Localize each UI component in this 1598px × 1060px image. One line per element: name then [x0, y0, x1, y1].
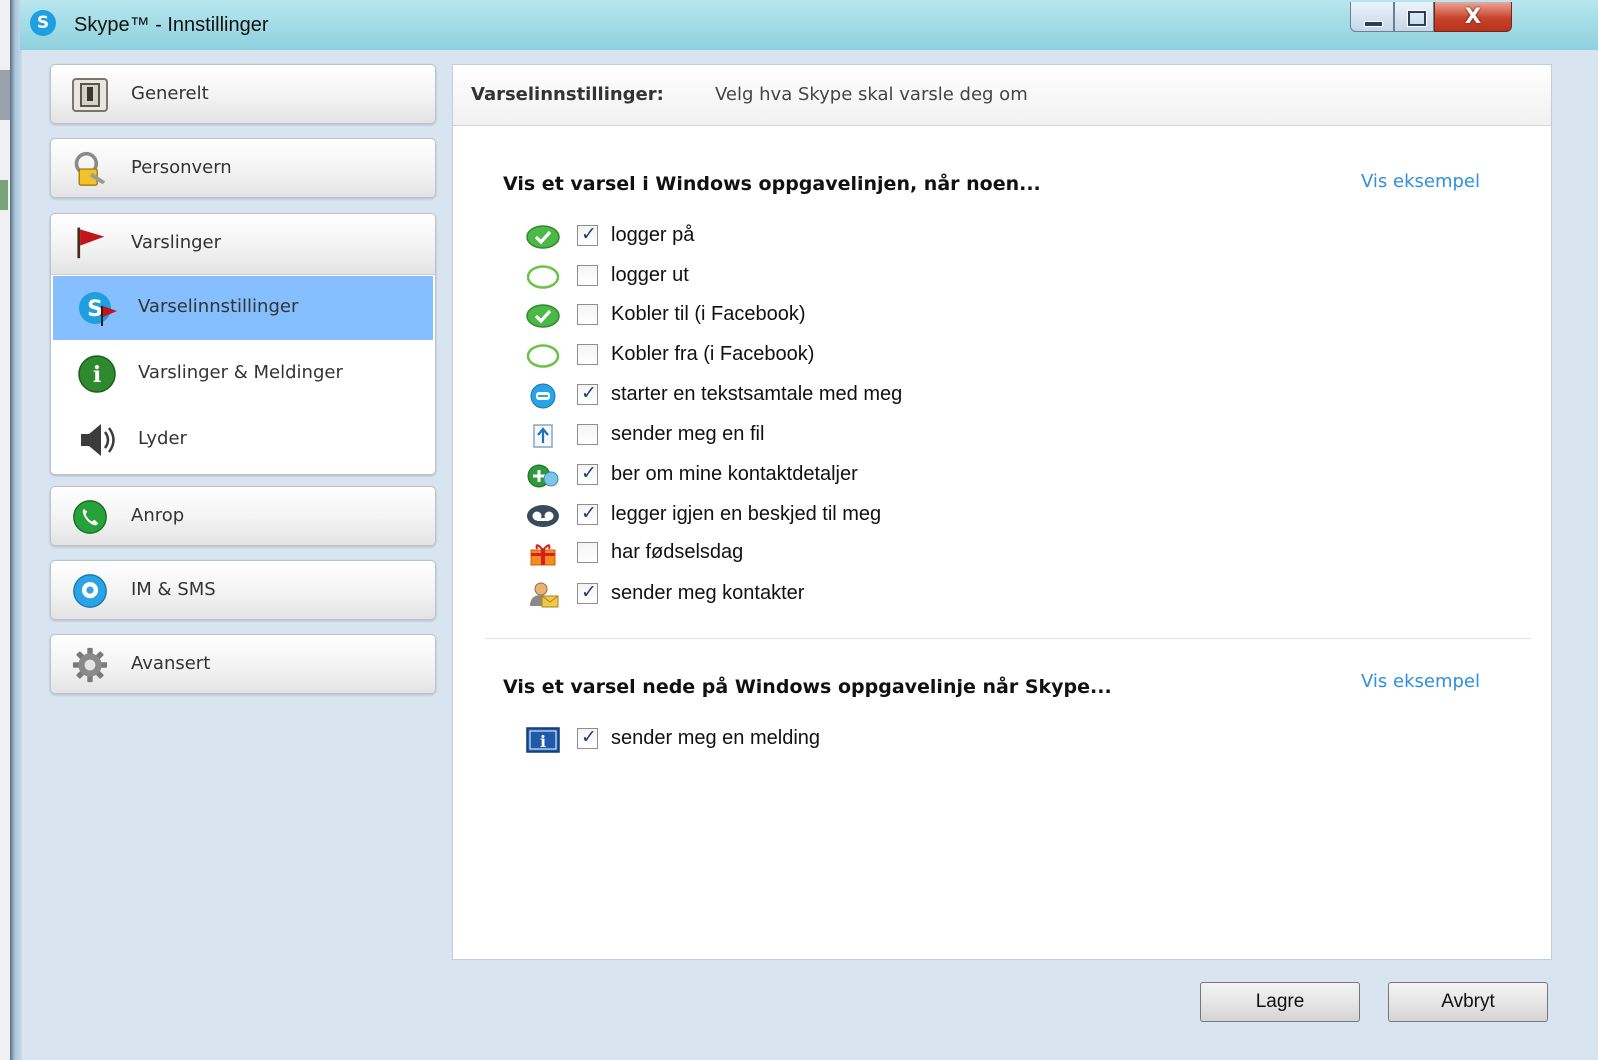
info-icon: i: [78, 355, 116, 393]
show-example-link[interactable]: Vis eksempel: [1361, 171, 1480, 192]
window-title: Skype™ - Innstillinger: [74, 14, 269, 36]
nav-item-generelt[interactable]: Generelt: [50, 64, 436, 124]
voicemail-icon: [527, 505, 559, 527]
chat-icon: [530, 383, 556, 409]
gear-icon: [72, 647, 108, 683]
option-label: ber om mine kontaktdetaljer: [611, 463, 858, 485]
switch-icon: [72, 78, 108, 112]
nav-item-im-sms[interactable]: IM & SMS: [50, 560, 436, 620]
nav-label: Generelt: [131, 83, 209, 104]
option-connects-facebook[interactable]: Kobler til (i Facebook): [525, 300, 1125, 332]
close-icon: X: [1464, 4, 1482, 28]
offline-status-icon: [526, 265, 560, 289]
skype-flag-icon: S: [79, 292, 117, 326]
section-title-taskbar-alert: Vis et varsel i Windows oppgavelinjen, n…: [503, 173, 1041, 195]
nav-item-varslinger[interactable]: Varslinger: [51, 214, 435, 275]
settings-panel: Varselinnstillinger: Velg hva Skype skal…: [452, 64, 1552, 960]
red-flag-icon: [77, 227, 105, 259]
checkbox-checked[interactable]: [577, 581, 598, 604]
section-divider: [485, 638, 1531, 639]
nav-label: Personvern: [131, 157, 232, 178]
cancel-button[interactable]: Avbryt: [1388, 982, 1548, 1022]
option-logged-out[interactable]: logger ut: [525, 261, 1125, 293]
minimize-button[interactable]: [1350, 2, 1394, 32]
title-bar[interactable]: S Skype™ - Innstillinger X: [20, 0, 1598, 50]
online-status-icon: [526, 225, 560, 249]
nav-group-varslinger: Varslinger S Varselinnstillinger i Varsl…: [50, 213, 436, 475]
option-sends-file[interactable]: sender meg en fil: [525, 420, 1125, 452]
checkbox-unchecked[interactable]: [577, 424, 598, 445]
sub-item-label: Varselinnstillinger: [138, 296, 299, 317]
file-upload-icon: [533, 424, 553, 448]
nav-label: Anrop: [131, 505, 185, 526]
option-disconnects-facebook[interactable]: Kobler fra (i Facebook): [525, 340, 1125, 372]
online-status-icon: [526, 304, 560, 328]
option-label: Kobler fra (i Facebook): [611, 343, 815, 365]
show-example-link[interactable]: Vis eksempel: [1361, 671, 1480, 692]
checkbox-unchecked[interactable]: [577, 304, 598, 325]
checkbox-unchecked[interactable]: [577, 265, 598, 286]
settings-dialog: Generelt Personvern Varslinger S Varseli…: [22, 50, 1598, 1060]
option-logged-on[interactable]: logger på: [525, 221, 1125, 253]
info-square-icon: i: [526, 727, 560, 753]
checkbox-checked[interactable]: [577, 223, 598, 246]
maximize-button[interactable]: [1394, 2, 1434, 32]
skype-logo-icon: S: [30, 10, 56, 36]
lock-key-icon: [74, 151, 106, 186]
option-label: logger ut: [611, 264, 689, 286]
nav-item-anrop[interactable]: Anrop: [50, 486, 436, 546]
panel-header: Varselinnstillinger: Velg hva Skype skal…: [453, 65, 1551, 126]
checkbox-checked[interactable]: [577, 502, 598, 525]
sub-item-varselinnstillinger[interactable]: S Varselinnstillinger: [53, 276, 433, 340]
option-label: sender meg en fil: [611, 423, 765, 445]
option-label: Kobler til (i Facebook): [611, 303, 806, 325]
checkbox-checked[interactable]: [577, 462, 598, 485]
contact-card-icon: [530, 582, 559, 608]
add-contact-icon: [527, 464, 559, 488]
option-requests-contact-details[interactable]: ber om mine kontaktdetaljer: [525, 460, 1125, 492]
chat-bubble-icon: [73, 574, 107, 608]
option-label: legger igjen en beskjed til meg: [611, 503, 882, 525]
panel-header-description: Velg hva Skype skal varsle deg om: [715, 84, 1028, 105]
panel-header-title: Varselinnstillinger:: [471, 84, 664, 105]
close-button[interactable]: X: [1434, 2, 1512, 32]
checkbox-unchecked[interactable]: [577, 344, 598, 365]
desktop-fragment: [0, 180, 8, 210]
option-label: starter en tekstsamtale med meg: [611, 383, 903, 405]
gift-icon: [530, 544, 556, 566]
option-label: logger på: [611, 224, 695, 246]
option-leaves-message[interactable]: legger igjen en beskjed til meg: [525, 500, 1125, 532]
checkbox-checked[interactable]: [577, 726, 598, 749]
nav-item-avansert[interactable]: Avansert: [50, 634, 436, 694]
nav-label: Varslinger: [131, 232, 222, 253]
nav-label: Avansert: [131, 653, 211, 674]
nav-label: IM & SMS: [131, 579, 216, 600]
svg-text:i: i: [93, 362, 101, 388]
sub-item-varslinger-meldinger[interactable]: i Varslinger & Meldinger: [53, 342, 433, 406]
checkbox-unchecked[interactable]: [577, 542, 598, 563]
sub-item-label: Lyder: [138, 428, 187, 449]
option-label: sender meg kontakter: [611, 582, 805, 604]
sub-item-lyder[interactable]: Lyder: [53, 408, 433, 472]
save-button[interactable]: Lagre: [1200, 982, 1360, 1022]
checkbox-checked[interactable]: [577, 382, 598, 405]
option-birthday[interactable]: har fødselsdag: [525, 538, 1125, 570]
option-sends-message[interactable]: i sender meg en melding: [525, 724, 1125, 756]
speaker-icon: [81, 424, 115, 456]
minimize-icon: [1364, 21, 1383, 27]
sub-item-label: Varslinger & Meldinger: [138, 362, 343, 383]
maximize-icon: [1408, 11, 1426, 26]
option-label: sender meg en melding: [611, 727, 821, 749]
offline-status-icon: [526, 344, 560, 368]
svg-text:i: i: [540, 732, 546, 751]
option-label: har fødselsdag: [611, 541, 744, 563]
svg-text:S: S: [87, 297, 103, 322]
phone-icon: [73, 500, 107, 534]
window-frame-left: [10, 0, 22, 1060]
option-sends-contacts[interactable]: sender meg kontakter: [525, 579, 1125, 611]
option-starts-chat[interactable]: starter en tekstsamtale med meg: [525, 380, 1125, 412]
nav-item-personvern[interactable]: Personvern: [50, 138, 436, 198]
section-title-skype-alert: Vis et varsel nede på Windows oppgavelin…: [503, 676, 1112, 698]
